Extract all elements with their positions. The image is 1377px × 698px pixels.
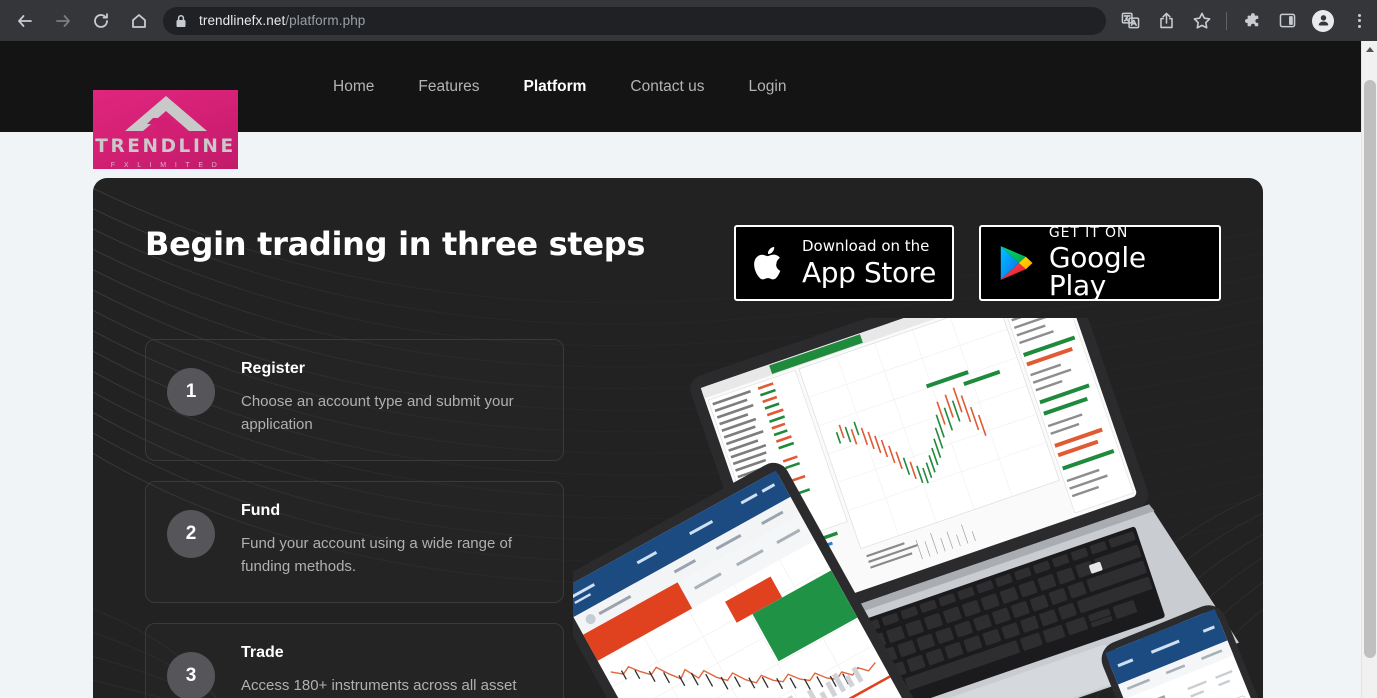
kebab-menu-icon [1357, 13, 1361, 28]
page-viewport: TRENDLINE F X L I M I T E D Home Feature… [0, 41, 1361, 698]
share-icon [1159, 12, 1173, 29]
google-play-icon [1000, 246, 1033, 280]
app-store-button[interactable]: Download on the App Store [734, 225, 954, 301]
nav-item-features[interactable]: Features [396, 68, 501, 106]
home-button[interactable] [124, 6, 154, 36]
extensions-button[interactable] [1236, 6, 1266, 36]
toolbar-actions [1112, 0, 1377, 41]
trendline-mountain-icon [124, 96, 207, 132]
nav-item-home[interactable]: Home [311, 68, 396, 106]
translate-button[interactable] [1115, 6, 1145, 36]
back-button[interactable] [10, 6, 40, 36]
side-panel-button[interactable] [1272, 6, 1302, 36]
bookmark-button[interactable] [1187, 6, 1217, 36]
toolbar-separator [1226, 11, 1227, 30]
scrollbar-thumb[interactable] [1364, 80, 1376, 658]
devices-illustration [573, 318, 1263, 698]
store-buttons-group: Download on the App Store GET IT ON Goog… [734, 225, 1221, 301]
step-card-fund: 2 Fund Fund your account using a wide ra… [145, 481, 564, 603]
step-card-trade: 3 Trade Access 180+ instruments across a… [145, 623, 564, 698]
step-title: Trade [241, 644, 284, 661]
url-host: trendlinefx.net [199, 12, 286, 28]
chrome-menu-button[interactable] [1344, 6, 1374, 36]
reload-icon [94, 12, 108, 28]
logo-subtitle: F X L I M I T E D [110, 161, 221, 169]
scroll-up-button[interactable] [1362, 41, 1377, 58]
google-play-button[interactable]: GET IT ON Google Play [979, 225, 1221, 301]
extensions-puzzle-icon [1244, 13, 1258, 27]
app-store-big-label: App Store [802, 256, 937, 289]
app-store-small-label: Download on the [802, 237, 930, 255]
hero-panel: Begin trading in three steps Download on… [93, 178, 1263, 698]
translate-icon [1121, 12, 1139, 29]
step-number-badge: 2 [167, 510, 215, 558]
url-text: trendlinefx.net/platform.php [199, 14, 365, 28]
nav-item-login[interactable]: Login [727, 68, 809, 106]
main-navigation: Home Features Platform Contact us Login [311, 41, 808, 132]
step-title: Fund [241, 502, 281, 519]
chevron-up-icon [1365, 47, 1374, 52]
profile-avatar-icon [1312, 9, 1334, 32]
google-play-small-label: GET IT ON [1048, 225, 1129, 241]
step-card-register: 1 Register Choose an account type and su… [145, 339, 564, 461]
step-title: Register [241, 360, 306, 377]
share-button[interactable] [1151, 6, 1181, 36]
nav-item-platform[interactable]: Platform [502, 68, 609, 106]
profile-button[interactable] [1308, 6, 1338, 36]
step-description: Fund your account using a wide range of … [241, 534, 513, 576]
google-play-big-label: Google Play [1048, 241, 1146, 302]
page-scrollbar[interactable] [1361, 41, 1377, 698]
forward-button[interactable] [48, 6, 78, 36]
address-bar[interactable]: trendlinefx.net/platform.php [163, 6, 1106, 35]
steps-list: 1 Register Choose an account type and su… [145, 339, 564, 698]
forward-arrow-icon [56, 14, 70, 27]
step-description: Choose an account type and submit your a… [241, 392, 514, 434]
step-number-badge: 1 [167, 368, 215, 416]
nav-item-contact-us[interactable]: Contact us [608, 68, 726, 106]
side-panel-icon [1279, 13, 1295, 28]
site-logo[interactable]: TRENDLINE F X L I M I T E D [93, 90, 238, 169]
reload-button[interactable] [86, 6, 116, 36]
page-title: Begin trading in three steps [145, 225, 646, 263]
browser-toolbar: trendlinefx.net/platform.php [0, 0, 1377, 41]
bookmark-star-icon [1193, 12, 1211, 29]
logo-name: TRENDLINE [95, 136, 236, 158]
lock-icon [176, 14, 186, 27]
url-path: /platform.php [285, 12, 366, 28]
back-arrow-icon [18, 14, 32, 27]
home-icon [132, 13, 146, 28]
apple-logo-icon [754, 246, 781, 280]
step-description: Access 180+ instruments across all asset… [241, 676, 517, 694]
step-number-badge: 3 [167, 652, 215, 698]
